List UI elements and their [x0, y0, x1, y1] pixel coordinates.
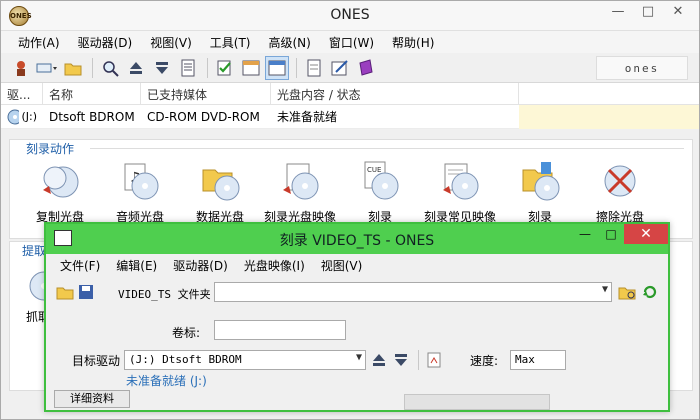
refresh-icon[interactable]: [642, 284, 658, 303]
eject-icon[interactable]: [124, 56, 148, 80]
chevron-down-icon: ▼: [601, 284, 608, 295]
audio-disc-icon: ♫: [119, 160, 161, 202]
dlg-menu-image[interactable]: 光盘映像(I): [236, 257, 313, 274]
disc-tray-icon[interactable]: [35, 56, 59, 80]
col-drive[interactable]: 驱...: [1, 83, 43, 104]
menu-window[interactable]: 窗口(W): [320, 34, 383, 51]
volume-input[interactable]: [214, 320, 346, 340]
dialog-close-button[interactable]: ✕: [624, 224, 668, 244]
erase-disc-icon: [599, 160, 641, 202]
target-drive-select[interactable]: (J:) Dtsoft BDROM ▼: [124, 350, 366, 370]
details-button[interactable]: 详细资料: [54, 390, 130, 408]
drive-media: CD-ROM DVD-ROM: [147, 109, 260, 124]
burn-image-action[interactable]: 刻录光盘映像: [260, 160, 340, 225]
burn-section-title: 刻录动作: [22, 140, 79, 157]
folder-label: VIDEO_TS 文件夹: [118, 288, 211, 301]
col-name[interactable]: 名称: [43, 83, 141, 104]
chevron-down-icon: ▼: [355, 352, 362, 363]
copy-disc-action[interactable]: 复制光盘: [20, 160, 100, 225]
main-toolbar: onеs: [1, 53, 699, 83]
data-disc-icon: [199, 160, 241, 202]
browse-folder-icon[interactable]: [618, 284, 636, 303]
dlg-menu-edit[interactable]: 编辑(E): [108, 257, 165, 274]
menu-drive[interactable]: 驱动器(D): [69, 34, 142, 51]
load-tray-icon[interactable]: [150, 56, 174, 80]
extract-section-title: 提取: [22, 244, 47, 258]
burn-image-icon: [279, 160, 321, 202]
search-icon[interactable]: [98, 56, 122, 80]
erase-disc-action[interactable]: 擦除光盘: [580, 160, 660, 225]
common-image-icon: [439, 160, 481, 202]
save-icon[interactable]: [78, 284, 94, 303]
drive-name: Dtsoft BDROM: [49, 109, 135, 124]
dlg-menu-drive[interactable]: 驱动器(D): [165, 257, 236, 274]
drive-status-text: 未准备就绪 (J:): [126, 374, 207, 388]
folder-combo[interactable]: ▼: [214, 282, 612, 302]
burn-cue-action[interactable]: CUE 刻录: [340, 160, 420, 225]
dialog-menubar: 文件(F) 编辑(E) 驱动器(D) 光盘映像(I) 视图(V): [46, 254, 668, 276]
drive-letter: (J:): [21, 110, 37, 123]
cue-file-icon: CUE: [359, 160, 401, 202]
dialog-body: VIDEO_TS 文件夹 ▼ 卷标: 目标驱动 (J:) Dtsoft BDRO…: [52, 276, 664, 410]
speed-select[interactable]: Max: [510, 350, 566, 370]
verify-icon[interactable]: [213, 56, 237, 80]
menu-action[interactable]: 动作(A): [9, 34, 69, 51]
audio-disc-action[interactable]: ♫ 音频光盘: [100, 160, 180, 225]
burn-folder-action[interactable]: 刻录: [500, 160, 580, 225]
main-menubar: 动作(A) 驱动器(D) 视图(V) 工具(T) 高级(N) 窗口(W) 帮助(…: [1, 31, 699, 53]
disc-drive-icon: [7, 109, 20, 124]
disc-info-icon[interactable]: [426, 352, 442, 371]
book-icon[interactable]: [354, 56, 378, 80]
menu-advanced[interactable]: 高级(N): [259, 34, 319, 51]
dialog-maximize-button[interactable]: □: [598, 224, 624, 244]
col-status[interactable]: 光盘内容 / 状态: [271, 83, 519, 104]
list-view-icon[interactable]: [239, 56, 263, 80]
edit-icon[interactable]: [328, 56, 352, 80]
burn-dialog: 刻录 VIDEO_TS - ONES — □ ✕ 文件(F) 编辑(E) 驱动器…: [44, 222, 670, 412]
svg-text:CUE: CUE: [367, 166, 381, 174]
notes-icon[interactable]: [302, 56, 326, 80]
open-folder-icon[interactable]: [61, 56, 85, 80]
menu-tools[interactable]: 工具(T): [201, 34, 260, 51]
burn-folder-icon: [519, 160, 561, 202]
brand-box: onеs: [596, 56, 688, 80]
properties-icon[interactable]: [176, 56, 200, 80]
progress-bar: [404, 394, 550, 410]
minimize-button[interactable]: —: [603, 1, 633, 23]
volume-label: 卷标:: [172, 326, 201, 340]
menu-help[interactable]: 帮助(H): [383, 34, 443, 51]
main-title: ONES: [330, 7, 370, 23]
maximize-button[interactable]: □: [633, 1, 663, 23]
load-tray-icon[interactable]: [394, 353, 408, 370]
menu-view[interactable]: 视图(V): [141, 34, 201, 51]
burn-common-image-action[interactable]: 刻录常见映像: [420, 160, 500, 225]
close-button[interactable]: ✕: [663, 1, 693, 23]
drive-row[interactable]: (J:) Dtsoft BDROM CD-ROM DVD-ROM 未准备就绪: [1, 104, 699, 129]
open-folder-icon[interactable]: [56, 284, 74, 303]
wizard-icon[interactable]: [9, 56, 33, 80]
copy-disc-icon: [39, 160, 81, 202]
data-disc-action[interactable]: 数据光盘: [180, 160, 260, 225]
main-titlebar[interactable]: ONES ONES — □ ✕: [1, 1, 699, 31]
eject-icon[interactable]: [372, 353, 386, 370]
drive-list-header: 驱... 名称 已支持媒体 光盘内容 / 状态: [1, 83, 699, 105]
detail-view-icon[interactable]: [265, 55, 289, 80]
dialog-titlebar[interactable]: 刻录 VIDEO_TS - ONES — □ ✕: [46, 224, 668, 254]
col-media[interactable]: 已支持媒体: [141, 83, 271, 104]
dialog-minimize-button[interactable]: —: [572, 224, 598, 244]
dlg-menu-view[interactable]: 视图(V): [313, 257, 371, 274]
dlg-menu-file[interactable]: 文件(F): [52, 257, 108, 274]
target-drive-label: 目标驱动: [72, 354, 121, 368]
drive-status: 未准备就绪: [277, 110, 338, 124]
speed-label: 速度:: [470, 354, 499, 368]
